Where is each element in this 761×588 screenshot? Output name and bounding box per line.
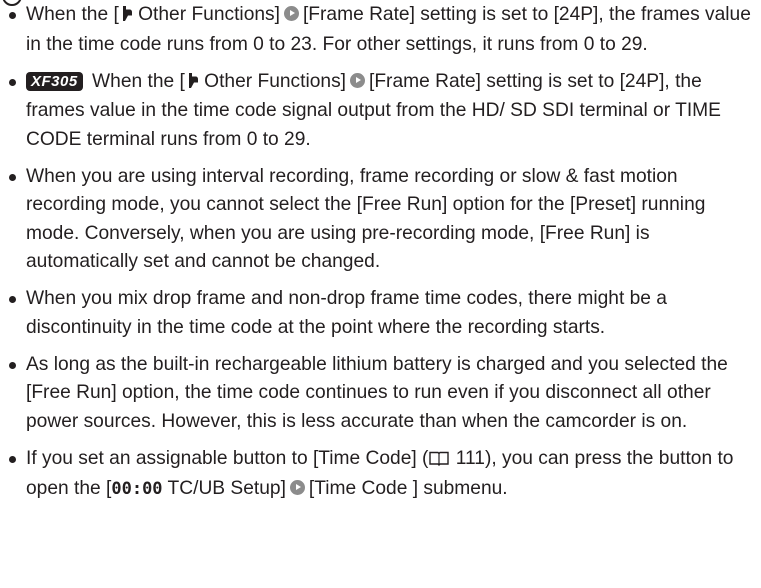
menu-arrow-icon xyxy=(283,6,299,21)
menu-arrow-icon xyxy=(350,72,365,88)
bullet-icon xyxy=(9,12,16,19)
list-item: XF305 When the [ Other Functions] [Frame … xyxy=(8,68,758,155)
note-text: When the [ xyxy=(86,70,185,92)
book-icon xyxy=(429,447,450,476)
list-item: When the [ Other Functions] [Frame Rate] … xyxy=(8,1,758,59)
note-text: When the [ xyxy=(26,4,119,25)
note-text: [Time Code ] submenu. xyxy=(308,478,508,500)
notes-list: When the [ Other Functions] [Frame Rate] … xyxy=(8,1,758,513)
note-text: Other Functions] xyxy=(132,4,280,25)
note-text: TC/UB Setup] xyxy=(162,478,286,500)
note-text: If you set an assignable button to [Time… xyxy=(26,447,429,469)
bullet-icon xyxy=(9,361,16,369)
note-text: As long as the built-in rechargeable lit… xyxy=(26,353,728,432)
note-text: When you are using interval recording, f… xyxy=(26,165,706,273)
list-item: When you are using interval recording, f… xyxy=(8,163,758,277)
bullet-icon xyxy=(9,296,16,304)
list-item: When you mix drop frame and non-drop fra… xyxy=(8,285,758,342)
list-item: If you set an assignable button to [Time… xyxy=(8,445,758,504)
note-text: Other Functions] xyxy=(198,70,346,92)
note-text: When you mix drop frame and non-drop fra… xyxy=(26,288,667,338)
bullet-icon xyxy=(9,173,16,181)
bullet-icon xyxy=(9,455,16,463)
list-item: As long as the built-in rechargeable lit… xyxy=(8,351,758,437)
wrench-icon xyxy=(187,69,198,98)
model-badge: XF305 xyxy=(26,71,83,91)
manual-page: When the [ Other Functions] [Frame Rate] … xyxy=(0,0,761,588)
menu-arrow-icon xyxy=(289,480,305,496)
timecode-icon-text: 00:00 xyxy=(111,479,163,500)
bullet-icon xyxy=(9,78,16,86)
wrench-icon xyxy=(121,2,132,31)
